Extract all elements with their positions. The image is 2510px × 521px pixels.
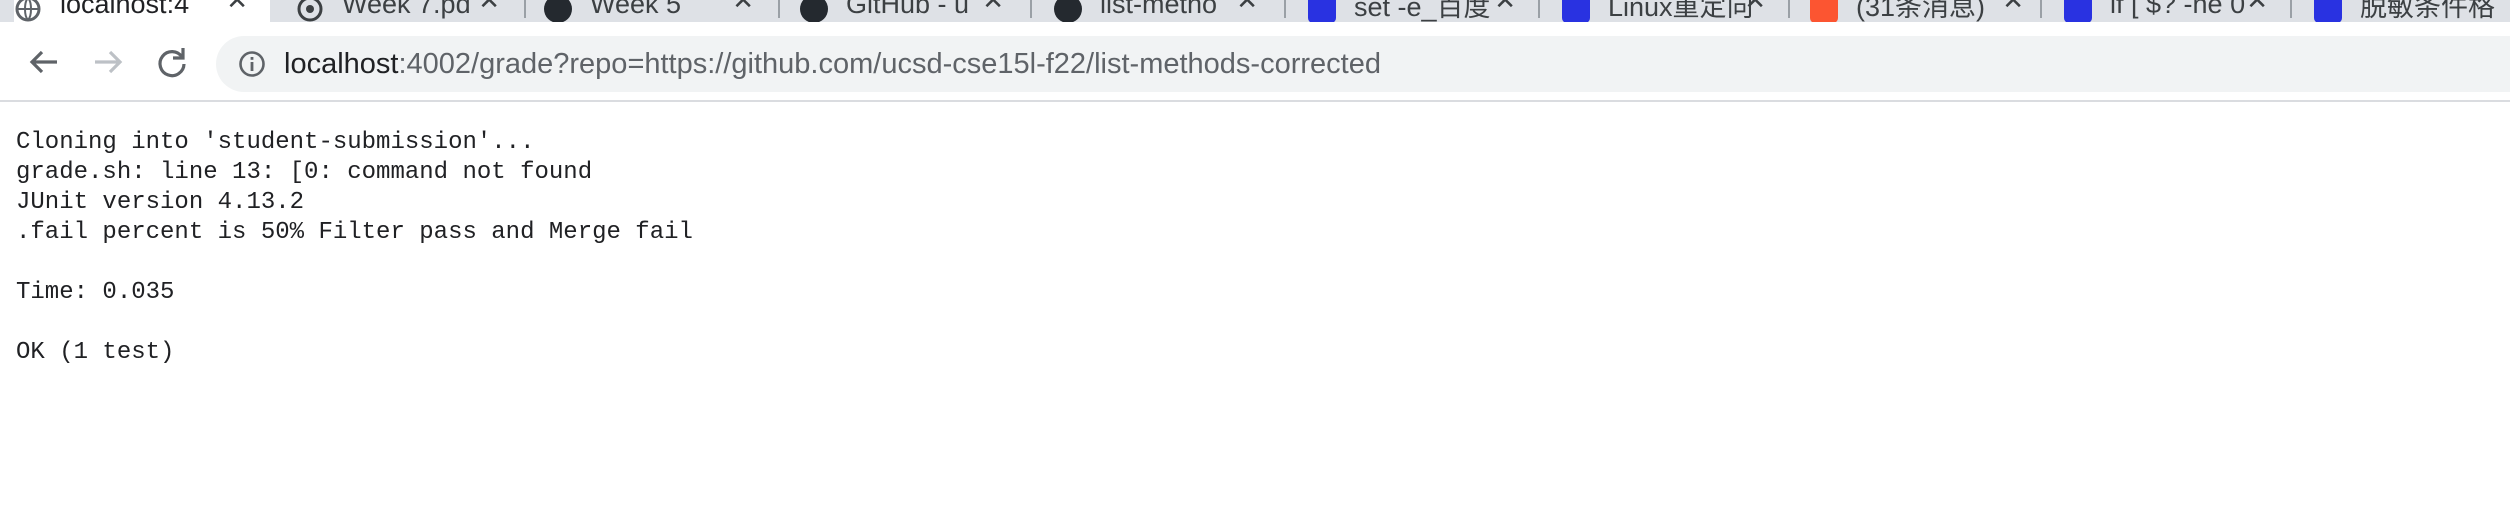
tab-separator [1538, 0, 1540, 18]
close-tab-icon[interactable]: ✕ [1236, 0, 1258, 16]
tab-week7[interactable]: Week 7.pd ✕ [296, 0, 522, 22]
tab-title: GitHub - u [846, 0, 970, 19]
tab-separator [2040, 0, 2042, 18]
grade-output: Cloning into 'student-submission'... gra… [16, 129, 693, 366]
tab-set-e[interactable]: set -e_百度 ✕ [1308, 0, 1538, 22]
tab-list-methods[interactable]: list-metho ✕ [1054, 0, 1280, 22]
tab-linux[interactable]: Linux重定向 ✕ [1562, 0, 1788, 22]
baidu-icon [2314, 0, 2342, 22]
reload-button[interactable] [152, 42, 192, 82]
arrow-left-icon [29, 50, 57, 74]
arrow-right-icon [95, 50, 123, 74]
tab-title: 脱敏条件格 [2360, 0, 2495, 22]
close-tab-icon[interactable]: ✕ [982, 0, 1004, 16]
tab-title: list-metho [1100, 0, 1218, 19]
reload-icon [158, 48, 186, 78]
address-bar[interactable]: localhost:4002/grade?repo=https://github… [216, 36, 2510, 92]
url-text[interactable]: localhost:4002/grade?repo=https://github… [284, 48, 1381, 80]
github-icon [800, 0, 828, 22]
baidu-icon [2064, 0, 2092, 22]
tab-title: (31条消息) [1856, 0, 1986, 22]
tab-localhost[interactable]: localhost:4 ✕ [14, 0, 270, 22]
info-icon[interactable] [238, 50, 266, 78]
tab-separator [1788, 0, 1790, 18]
tab-separator [778, 0, 780, 18]
tab-csdn[interactable]: (31条消息) ✕ [1810, 0, 2046, 22]
url-host: localhost [284, 48, 399, 80]
tab-separator [2290, 0, 2292, 18]
close-tab-icon[interactable]: ✕ [2002, 0, 2024, 16]
tab-title: Week 5 [590, 0, 682, 19]
tab-github[interactable]: GitHub - u ✕ [800, 0, 1026, 22]
back-button[interactable] [24, 42, 64, 82]
github-icon [1054, 0, 1082, 22]
tab-separator [1284, 0, 1286, 18]
page-body: Cloning into 'student-submission'... gra… [16, 128, 2496, 368]
browser-toolbar: localhost:4002/grade?repo=https://github… [0, 22, 2510, 102]
csdn-icon [1810, 0, 1838, 22]
tab-title: Week 7.pd [342, 0, 471, 19]
close-tab-icon[interactable]: ✕ [478, 0, 500, 16]
globe-icon [14, 0, 42, 22]
url-path: :4002/grade?repo=https://github.com/ucsd… [398, 48, 1381, 80]
close-tab-icon[interactable]: ✕ [2246, 0, 2268, 16]
close-tab-icon[interactable]: ✕ [732, 0, 754, 16]
tab-tuomin[interactable]: 脱敏条件格 [2314, 0, 2510, 22]
tab-strip: localhost:4 ✕ Week 7.pd ✕ Week 5 ✕ GitHu… [0, 0, 2510, 22]
tab-separator [524, 0, 526, 18]
tab-title: set -e_百度 [1354, 0, 1491, 22]
baidu-icon [1308, 0, 1336, 22]
close-tab-icon[interactable]: ✕ [1494, 0, 1516, 16]
forward-button[interactable] [88, 42, 128, 82]
chrome-icon [296, 0, 324, 22]
tab-title: Linux重定向 [1608, 0, 1754, 22]
close-tab-icon[interactable]: ✕ [1744, 0, 1766, 16]
tab-separator [1030, 0, 1032, 18]
tab-week5[interactable]: Week 5 ✕ [544, 0, 776, 22]
dark-circle-icon [544, 0, 572, 22]
tab-if-ne[interactable]: if [ $? -ne 0 ✕ [2064, 0, 2290, 22]
close-tab-icon[interactable]: ✕ [226, 0, 248, 16]
baidu-icon [1562, 0, 1590, 22]
tab-title: if [ $? -ne 0 [2110, 0, 2246, 19]
tab-title: localhost:4 [60, 0, 190, 19]
